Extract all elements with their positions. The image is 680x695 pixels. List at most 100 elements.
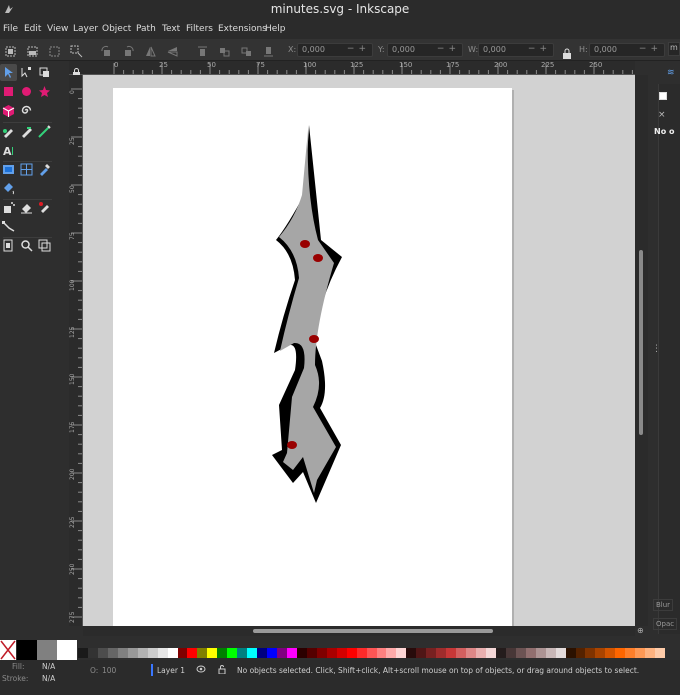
color-swatch[interactable] — [515, 648, 527, 658]
menu-file[interactable]: File — [3, 24, 18, 34]
color-swatch[interactable] — [237, 648, 248, 658]
horizontal-scroll-thumb[interactable] — [253, 629, 493, 633]
deselect-icon[interactable] — [48, 43, 61, 57]
color-swatch[interactable] — [336, 648, 347, 658]
rotate-cw-icon[interactable] — [122, 43, 135, 56]
h-stepper-icon[interactable]: −+ — [639, 44, 662, 54]
w-stepper-icon[interactable]: −+ — [528, 44, 551, 54]
touch-select-icon[interactable] — [70, 43, 83, 58]
zoom-tool-icon[interactable] — [18, 237, 35, 254]
measure-tool-icon[interactable] — [36, 237, 53, 254]
y-field[interactable]: 0,000 −+ — [387, 43, 463, 57]
tweak-tool-icon[interactable] — [36, 64, 53, 81]
color-swatch[interactable] — [207, 648, 218, 658]
3d-box-tool-icon[interactable] — [0, 102, 17, 119]
pen-tool-icon[interactable] — [0, 123, 17, 140]
color-swatch[interactable] — [485, 648, 497, 658]
color-swatch[interactable] — [37, 640, 57, 660]
color-swatch[interactable] — [306, 648, 318, 658]
flip-vertical-icon[interactable] — [166, 43, 179, 57]
color-swatch[interactable] — [625, 648, 636, 658]
menu-filters[interactable]: Filters — [186, 24, 213, 34]
vertical-scrollbar[interactable] — [635, 75, 648, 626]
color-swatch[interactable] — [117, 648, 129, 658]
fill-indicator[interactable]: N/A — [42, 662, 55, 671]
lower-icon[interactable] — [240, 43, 253, 56]
color-swatch[interactable] — [257, 648, 268, 658]
select-all-layers-icon[interactable] — [26, 43, 39, 57]
color-swatch[interactable] — [267, 648, 278, 658]
color-swatch[interactable] — [505, 648, 517, 658]
color-swatch[interactable] — [605, 648, 616, 658]
color-swatch[interactable] — [296, 648, 308, 658]
flip-horizontal-icon[interactable] — [144, 43, 157, 57]
lock-proportions-icon[interactable] — [562, 44, 572, 59]
node-tool-icon[interactable] — [18, 64, 35, 81]
y-stepper-icon[interactable]: −+ — [437, 44, 460, 54]
mesh-tool-icon[interactable] — [18, 161, 35, 178]
ellipse-tool-icon[interactable] — [18, 83, 35, 100]
color-swatch[interactable] — [157, 648, 168, 658]
color-swatch[interactable] — [406, 648, 417, 658]
color-swatch[interactable] — [97, 648, 109, 658]
calligraphy-tool-icon[interactable] — [36, 123, 53, 140]
color-swatch[interactable] — [456, 648, 467, 658]
color-swatch[interactable] — [127, 648, 139, 658]
color-swatch[interactable] — [495, 648, 507, 658]
color-swatch[interactable] — [147, 648, 158, 658]
paint-tool-icon[interactable] — [36, 199, 53, 216]
pencil-tool-icon[interactable] — [18, 123, 35, 140]
menu-view[interactable]: View — [47, 24, 68, 34]
color-swatch[interactable] — [645, 648, 656, 658]
color-swatch[interactable] — [416, 648, 427, 658]
text-tool-icon[interactable]: A — [0, 142, 17, 159]
color-swatch[interactable] — [366, 648, 377, 658]
menu-text[interactable]: Text — [162, 24, 180, 34]
spiral-tool-icon[interactable] — [18, 102, 35, 119]
color-swatch[interactable] — [555, 648, 566, 658]
menu-object[interactable]: Object — [102, 24, 131, 34]
color-swatch[interactable] — [476, 648, 487, 658]
color-swatch[interactable] — [286, 648, 298, 658]
layer-lock-icon[interactable] — [217, 664, 227, 676]
drawing-canvas[interactable] — [83, 75, 635, 626]
color-swatch[interactable] — [57, 640, 77, 660]
rotate-ccw-icon[interactable] — [100, 43, 113, 56]
color-swatch[interactable] — [356, 648, 367, 658]
color-swatch[interactable] — [575, 648, 586, 658]
color-swatch[interactable] — [326, 648, 337, 658]
color-swatch[interactable] — [545, 648, 556, 658]
color-swatch[interactable] — [426, 648, 437, 658]
color-swatch[interactable] — [615, 648, 626, 658]
color-swatch[interactable] — [635, 648, 646, 658]
color-swatch[interactable] — [187, 648, 198, 658]
color-swatch[interactable] — [197, 648, 208, 658]
color-swatch[interactable] — [466, 648, 477, 658]
gradient-tool-icon[interactable] — [0, 161, 17, 178]
w-field[interactable]: 0,000 −+ — [478, 43, 554, 57]
stroke-indicator[interactable]: N/A — [42, 674, 55, 683]
eraser-tool-icon[interactable] — [18, 199, 35, 216]
current-layer[interactable]: Layer 1 — [157, 666, 185, 675]
connector-tool-icon[interactable] — [0, 218, 17, 235]
guide-lock-icon[interactable] — [72, 63, 81, 78]
color-swatch[interactable] — [436, 648, 447, 658]
raise-to-top-icon[interactable] — [196, 43, 209, 56]
no-paint-swatch[interactable] — [0, 640, 16, 660]
color-swatch[interactable] — [565, 648, 576, 658]
color-swatch[interactable] — [376, 648, 387, 658]
raise-icon[interactable] — [218, 43, 231, 57]
color-swatch[interactable] — [247, 648, 258, 658]
color-swatch[interactable] — [137, 648, 148, 658]
menu-path[interactable]: Path — [136, 24, 156, 34]
color-swatch[interactable] — [78, 648, 89, 658]
layer-visibility-icon[interactable] — [196, 664, 206, 676]
pages-tool-icon[interactable] — [0, 237, 17, 254]
dropper-tool-icon[interactable] — [36, 161, 53, 178]
h-field[interactable]: 0,000 −+ — [589, 43, 665, 57]
color-swatch[interactable] — [386, 648, 397, 658]
color-swatch[interactable] — [217, 648, 228, 658]
x-field[interactable]: 0,000 −+ — [297, 43, 373, 57]
horizontal-ruler[interactable]: 0 25 50 75 100 125 150 175 200 225 250 — [69, 61, 635, 75]
panel-close-icon[interactable]: × — [658, 110, 666, 120]
